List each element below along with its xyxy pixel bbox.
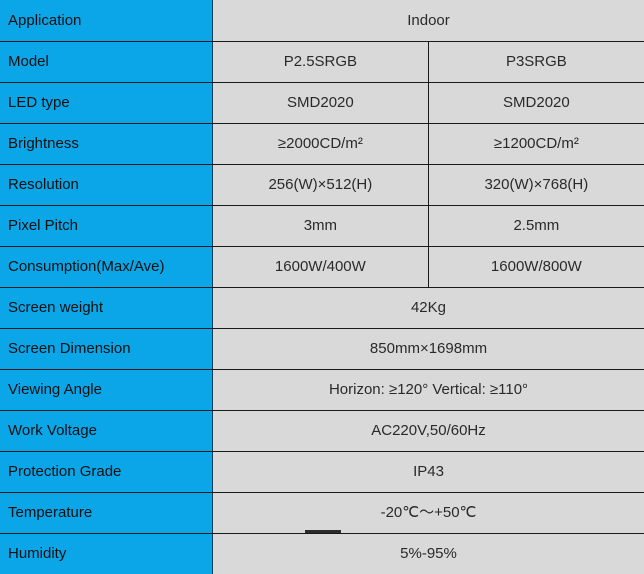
spec-row-value-col2: SMD2020 [428, 82, 644, 123]
spec-row-label: Consumption(Max/Ave) [0, 246, 213, 287]
spec-row-value-col1: P2.5SRGB [213, 41, 429, 82]
spec-row-label: Model [0, 41, 213, 82]
spec-row: Humidity5%-95% [0, 533, 644, 574]
spec-row-value: -20℃～+50℃ [213, 492, 644, 533]
spec-row-value: Indoor [213, 0, 644, 41]
spec-row-value: 5%-95% [213, 533, 644, 574]
spec-row: Temperature-20℃～+50℃ [0, 492, 644, 533]
spec-row: ApplicationIndoor [0, 0, 644, 41]
spec-row-label: Humidity [0, 533, 213, 574]
spec-row: Work VoltageAC220V,50/60Hz [0, 410, 644, 451]
spec-row-label: Protection Grade [0, 451, 213, 492]
spec-row: Pixel Pitch3mm2.5mm [0, 205, 644, 246]
spec-row-value: 42Kg [213, 287, 644, 328]
spec-row: ModelP2.5SRGBP3SRGB [0, 41, 644, 82]
spec-row-label: Screen weight [0, 287, 213, 328]
spec-row-label: Application [0, 0, 213, 41]
spec-row-value-col2: ≥1200CD/m² [428, 123, 644, 164]
spec-row-label: Brightness [0, 123, 213, 164]
spec-row-value-col2: 320(W)×768(H) [428, 164, 644, 205]
spec-row-value-col1: SMD2020 [213, 82, 429, 123]
spec-row-label: Work Voltage [0, 410, 213, 451]
spec-row-value-col2: 1600W/800W [428, 246, 644, 287]
spec-row-value-col1: 256(W)×512(H) [213, 164, 429, 205]
spec-row: Resolution256(W)×512(H)320(W)×768(H) [0, 164, 644, 205]
spec-row-value-col2: P3SRGB [428, 41, 644, 82]
spec-row: Screen Dimension850mm×1698mm [0, 328, 644, 369]
spec-row: LED typeSMD2020SMD2020 [0, 82, 644, 123]
spec-row: Viewing AngleHorizon: ≥120° Vertical: ≥1… [0, 369, 644, 410]
spec-row-value-col1: 1600W/400W [213, 246, 429, 287]
spec-row: Protection GradeIP43 [0, 451, 644, 492]
spec-row-label: Temperature [0, 492, 213, 533]
spec-row-value: 850mm×1698mm [213, 328, 644, 369]
spec-row: Consumption(Max/Ave)1600W/400W1600W/800W [0, 246, 644, 287]
specification-table: ApplicationIndoorModelP2.5SRGBP3SRGBLED … [0, 0, 644, 574]
spec-row-value: IP43 [213, 451, 644, 492]
spec-row-value: Horizon: ≥120° Vertical: ≥110° [213, 369, 644, 410]
spec-row-label: Pixel Pitch [0, 205, 213, 246]
spec-row-value-col1: 3mm [213, 205, 429, 246]
spec-row: Brightness≥2000CD/m²≥1200CD/m² [0, 123, 644, 164]
specification-table-body: ApplicationIndoorModelP2.5SRGBP3SRGBLED … [0, 0, 644, 574]
spec-row-value: AC220V,50/60Hz [213, 410, 644, 451]
spec-row-label: Viewing Angle [0, 369, 213, 410]
spec-row-label: Resolution [0, 164, 213, 205]
spec-row-label: LED type [0, 82, 213, 123]
spec-row-label: Screen Dimension [0, 328, 213, 369]
spec-row-value-col1: ≥2000CD/m² [213, 123, 429, 164]
spec-row-value-col2: 2.5mm [428, 205, 644, 246]
spec-row: Screen weight42Kg [0, 287, 644, 328]
